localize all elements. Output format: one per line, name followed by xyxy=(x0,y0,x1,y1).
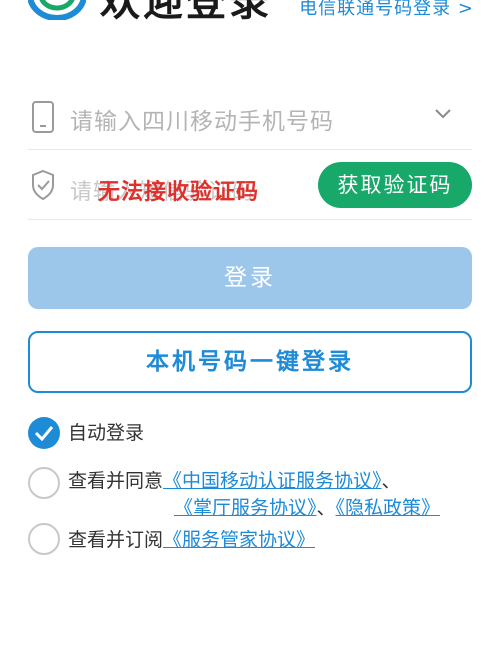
phone-field[interactable]: 请输入四川移动手机号码 xyxy=(28,88,472,150)
agree-prefix: 查看并同意 xyxy=(68,470,164,492)
cmcc-auth-agreement-link[interactable]: 《中国移动认证服务协议》 xyxy=(163,470,382,492)
service-steward-agreement-link[interactable]: 《服务管家协议》 xyxy=(163,529,315,551)
agreement-option[interactable]: 查看并同意《中国移动认证服务协议》、 《掌厅服务协议》、《隐私政策》 xyxy=(28,462,472,522)
app-logo-icon xyxy=(28,0,86,20)
agreement-line-2: 《掌厅服务协议》、《隐私政策》 xyxy=(174,495,440,521)
chevron-down-icon[interactable] xyxy=(434,108,452,120)
subscribe-option[interactable]: 查看并订阅《服务管家协议》 xyxy=(28,521,472,555)
telecom-unicom-login-link[interactable]: 电信联通号码登录 > xyxy=(299,0,474,21)
privacy-policy-link[interactable]: 《隐私政策》 xyxy=(336,497,441,519)
verification-code-field[interactable]: 请输入短信验证码 无法接收验证码 获取验证码 xyxy=(28,156,472,220)
phone-input-placeholder[interactable]: 请输入四川移动手机号码 xyxy=(70,102,334,136)
auto-login-label: 自动登录 xyxy=(68,422,145,444)
checkmark-icon xyxy=(34,426,54,441)
page-title: 欢迎登录 xyxy=(100,0,272,25)
subscribe-checkbox[interactable] xyxy=(28,523,60,555)
subscribe-prefix: 查看并订阅 xyxy=(68,529,164,551)
watermark-overlay: 无法接收验证码 xyxy=(98,180,260,205)
separator: 、 xyxy=(381,470,401,492)
auto-login-checkbox[interactable] xyxy=(28,417,60,449)
subscribe-label: 查看并订阅《服务管家协议》 xyxy=(68,527,315,553)
auto-login-option[interactable]: 自动登录 xyxy=(28,416,328,450)
header: 欢迎登录 电信联通号码登录 > xyxy=(0,0,500,40)
one-key-login-button[interactable]: 本机号码一键登录 xyxy=(28,331,472,393)
get-code-button[interactable]: 获取验证码 xyxy=(318,162,472,208)
login-button[interactable]: 登录 xyxy=(28,247,472,309)
agree-checkbox[interactable] xyxy=(28,467,60,499)
phone-icon xyxy=(32,101,54,133)
separator: 、 xyxy=(316,497,336,519)
agreement-line-1: 查看并同意《中国移动认证服务协议》、 xyxy=(68,468,401,494)
shield-check-icon xyxy=(32,169,54,201)
hall-service-agreement-link[interactable]: 《掌厅服务协议》 xyxy=(174,497,317,519)
